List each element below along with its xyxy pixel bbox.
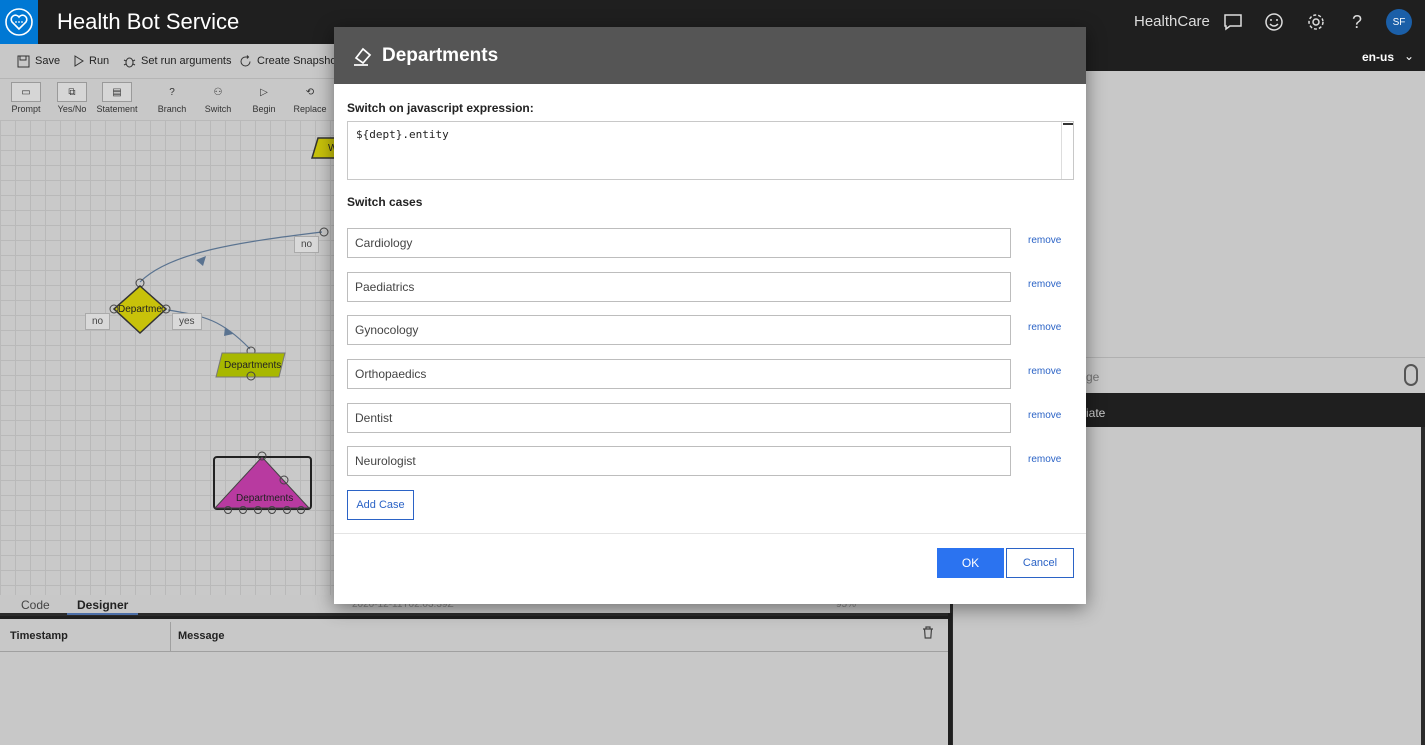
save-button[interactable]: Save [17,44,60,78]
shape-label: Yes/No [57,104,87,114]
log-column-message: Message [178,630,225,642]
expression-input[interactable]: ${dept}.entity [347,121,1074,180]
shape-label: Replace [293,104,327,114]
remove-case-link[interactable]: remove [1028,366,1061,377]
save-label: Save [35,55,61,67]
smiley-icon[interactable] [1262,10,1286,34]
feedback-icon[interactable] [1221,10,1245,34]
shape-switch[interactable]: ⚇ Switch [196,82,240,120]
app-title: Health Bot Service [57,9,240,34]
add-case-button[interactable]: Add Case [347,490,414,520]
edge-label-no: no [294,236,320,253]
shape-label: Begin [252,104,276,114]
arrow-head [224,327,233,336]
case-input[interactable] [347,272,1011,302]
switch-dialog: Departments Switch on javascript express… [334,27,1086,604]
run-label: Run [89,55,110,67]
case-input[interactable] [347,228,1011,258]
create-snapshot-button[interactable]: Create Snapshot [239,44,340,78]
panel-divider[interactable] [948,613,952,745]
dialog-header: Departments [334,27,1086,84]
cancel-button[interactable]: Cancel [1006,548,1074,578]
edge-label-yes: yes [172,313,202,330]
shape-yes-no[interactable]: ⧉ Yes/No [50,82,94,120]
dialog-divider [334,533,1086,534]
begin-icon: ▷ [260,86,268,98]
shape-label: Branch [157,104,187,114]
statement-node-label: Departments [224,360,282,371]
remove-case-link[interactable]: remove [1028,279,1061,290]
snapshot-icon [240,54,251,66]
tab-code[interactable]: Code [21,598,50,612]
case-input[interactable] [347,315,1011,345]
branch-node-label: Departme [118,304,162,315]
logo[interactable] [0,0,38,44]
yes-no-icon: ⧉ [57,82,87,102]
trash-icon[interactable] [922,626,934,642]
set-run-arguments-button[interactable]: Set run arguments [123,44,232,78]
microphone-icon[interactable] [1404,364,1418,386]
shape-label: Prompt [11,104,41,114]
branch-icon: ? [169,86,175,98]
arrow-head [196,256,206,266]
tab-designer[interactable]: Designer [67,598,139,615]
expression-label: Switch on javascript expression: [347,101,534,115]
switch-icon: ⚇ [213,86,223,98]
create-snapshot-label: Create Snapshot [257,55,340,67]
run-button[interactable]: Run [73,44,109,78]
shape-label: Statement [96,104,138,114]
debug-bar-label: iate [1086,406,1106,420]
set-run-arguments-label: Set run arguments [141,55,232,67]
eraser-icon [354,47,372,66]
prompt-icon: ▭ [11,82,41,102]
ok-button[interactable]: OK [937,548,1004,578]
chevron-down-icon[interactable]: ⌄ [1404,49,1414,63]
replace-icon: ⟲ [305,86,315,98]
heart-bot-icon [5,8,33,36]
column-divider[interactable] [170,622,171,652]
scrollbar[interactable] [1061,122,1073,179]
gear-icon[interactable] [1304,10,1328,34]
dialog-title: Departments [382,45,499,66]
statement-icon: ▤ [102,82,132,102]
language-select[interactable]: en-us [1362,50,1394,64]
bug-icon [123,57,136,67]
shape-branch[interactable]: ? Branch [150,82,194,120]
expression-value: ${dept}.entity [356,128,449,141]
case-input[interactable] [347,359,1011,389]
log-header [0,622,948,652]
play-icon [74,55,84,67]
switch-cases-label: Switch cases [347,195,423,209]
remove-case-link[interactable]: remove [1028,235,1061,246]
shape-begin[interactable]: ▷ Begin [242,82,286,120]
chat-input-placeholder: ge [1086,370,1100,384]
switch-node-label: Departments [236,493,294,504]
case-input[interactable] [347,446,1011,476]
remove-case-link[interactable]: remove [1028,322,1061,333]
remove-case-link[interactable]: remove [1028,454,1061,465]
shape-prompt[interactable]: ▭ Prompt [4,82,48,120]
help-icon[interactable]: ? [1345,10,1369,34]
save-icon [17,55,30,67]
shape-replace[interactable]: ⟲ Replace [288,82,332,120]
avatar[interactable]: SF [1386,9,1412,35]
log-column-timestamp: Timestamp [10,630,68,642]
edge-label-no: no [85,313,111,330]
shape-statement[interactable]: ▤ Statement [95,82,139,120]
case-input[interactable] [347,403,1011,433]
org-name[interactable]: HealthCare [1134,13,1210,30]
shape-label: Switch [204,104,232,114]
remove-case-link[interactable]: remove [1028,410,1061,421]
